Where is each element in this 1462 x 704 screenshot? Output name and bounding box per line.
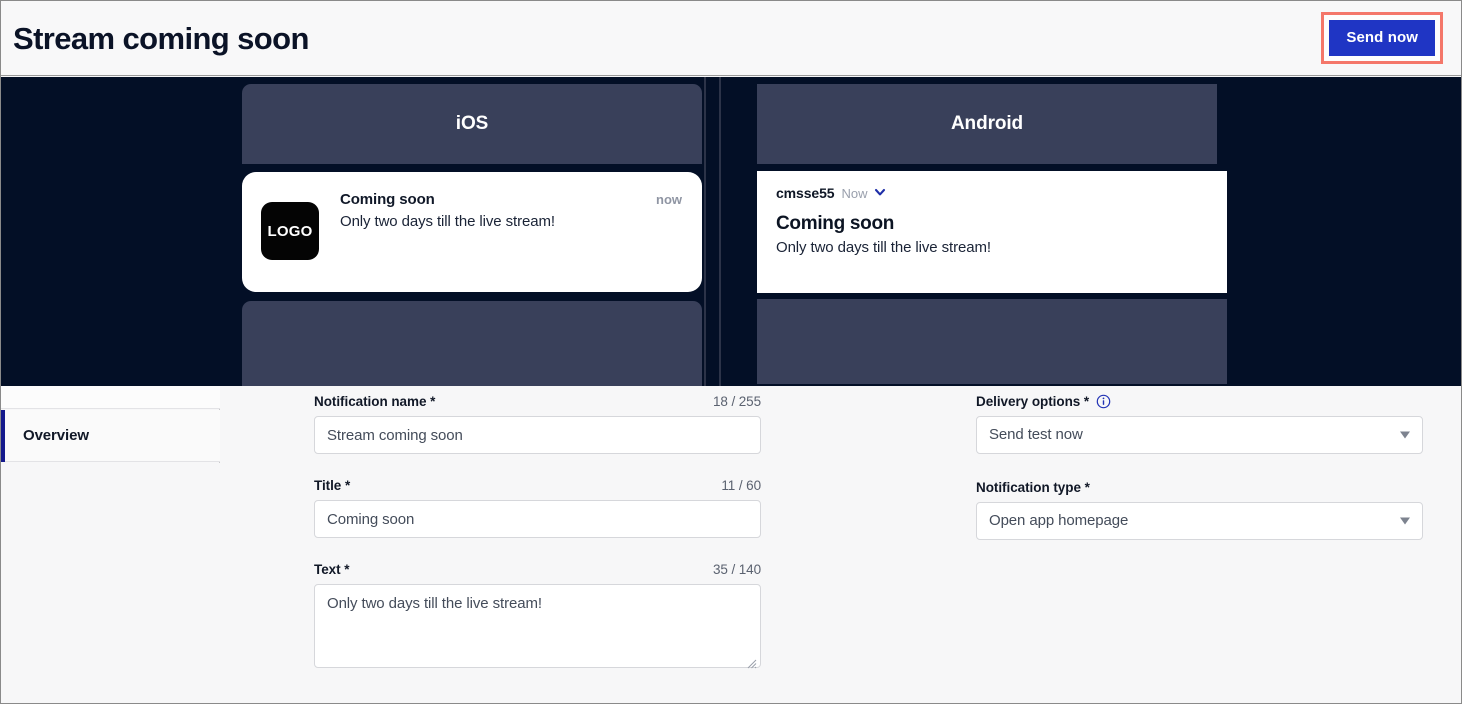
notification-type-select-wrapper: Open app homepage — [976, 502, 1423, 540]
header-actions: Send now — [1321, 12, 1443, 64]
preview-divider-right — [719, 77, 721, 386]
delivery-options-select-wrapper: Send test now — [976, 416, 1423, 454]
field-title: Title * 11 / 60 — [314, 475, 761, 538]
android-preview-placeholder — [757, 299, 1227, 384]
form-column-left: Notification name * 18 / 255 Title * 11 … — [314, 386, 761, 673]
info-icon[interactable] — [1096, 394, 1111, 409]
title-label: Title * — [314, 477, 351, 493]
field-notification-type: Notification type * Open app homepage — [976, 477, 1423, 540]
android-notification-header-row: cmsse55 Now — [776, 185, 1209, 201]
text-counter: 35 / 140 — [713, 561, 761, 577]
preview-divider-left — [704, 77, 706, 386]
ios-platform-label: iOS — [455, 113, 489, 134]
field-head-delivery-options: Delivery options * — [976, 391, 1423, 411]
ios-notification-card[interactable]: LOGO Coming soon now Only two days till … — [242, 172, 702, 292]
android-notification-time: Now — [841, 185, 868, 201]
field-head-title: Title * 11 / 60 — [314, 475, 761, 495]
android-platform-label: Android — [950, 113, 1024, 134]
notification-type-select[interactable]: Open app homepage — [976, 502, 1423, 540]
field-head-text: Text * 35 / 140 — [314, 559, 761, 579]
sidebar-empty-region — [2, 463, 220, 703]
chevron-down-icon[interactable] — [874, 186, 886, 198]
notification-name-input[interactable] — [314, 416, 761, 454]
text-textarea[interactable]: Only two days till the live stream! — [314, 584, 761, 668]
ios-preview-placeholder — [242, 301, 702, 386]
send-now-highlight: Send now — [1321, 12, 1443, 64]
delivery-options-label-wrap: Delivery options * — [976, 394, 1111, 409]
notification-form: Notification name * 18 / 255 Title * 11 … — [221, 386, 1461, 703]
ios-notification-body: Coming soon now Only two days till the l… — [319, 188, 682, 230]
notification-type-label: Notification type * — [976, 479, 1090, 495]
android-preview-column: Android cmsse55 Now Coming soon Only two… — [757, 77, 1227, 386]
android-platform-header: Android — [757, 84, 1217, 164]
title-counter: 11 / 60 — [721, 477, 761, 493]
sidebar: Overview — [1, 386, 220, 703]
field-delivery-options: Delivery options * Send test now — [976, 391, 1423, 454]
ios-notification-header-row: Coming soon now — [340, 191, 682, 208]
field-text: Text * 35 / 140 Only two days till the l… — [314, 559, 761, 673]
text-textarea-wrapper: Only two days till the live stream! — [314, 584, 761, 673]
page-title: Stream coming soon — [13, 20, 309, 56]
send-now-button[interactable]: Send now — [1329, 20, 1435, 56]
text-label: Text * — [314, 561, 350, 577]
android-notification-text: Only two days till the live stream! — [776, 239, 991, 256]
notification-name-label: Notification name * — [314, 393, 436, 409]
ios-preview-column: iOS LOGO Coming soon now Only two days t… — [242, 77, 702, 386]
notification-name-counter: 18 / 255 — [713, 393, 761, 409]
sidebar-item-label: Overview — [23, 427, 89, 444]
notification-preview-area: iOS LOGO Coming soon now Only two days t… — [1, 77, 1461, 386]
sidebar-item-overview[interactable]: Overview — [1, 409, 220, 462]
delivery-options-select[interactable]: Send test now — [976, 416, 1423, 454]
app-window: Stream coming soon Send now iOS LOGO Com… — [0, 0, 1462, 704]
ios-platform-header: iOS — [242, 84, 702, 164]
android-app-name: cmsse55 — [776, 185, 835, 201]
title-input[interactable] — [314, 500, 761, 538]
app-header: Stream coming soon Send now — [1, 1, 1461, 76]
app-logo-icon: LOGO — [261, 202, 319, 260]
field-head-notification-type: Notification type * — [976, 477, 1423, 497]
field-head-notification-name: Notification name * 18 / 255 — [314, 391, 761, 411]
app-logo-label: LOGO — [267, 222, 313, 240]
ios-notification-time: now — [656, 192, 682, 207]
delivery-options-label: Delivery options * — [976, 393, 1090, 409]
ios-notification-title: Coming soon — [340, 191, 435, 208]
ios-notification-text: Only two days till the live stream! — [340, 213, 555, 230]
form-column-right: Delivery options * Send test now Notific… — [976, 386, 1423, 540]
android-notification-title: Coming soon — [776, 213, 895, 234]
field-notification-name: Notification name * 18 / 255 — [314, 391, 761, 454]
sidebar-top-strip — [1, 386, 220, 409]
android-notification-card[interactable]: cmsse55 Now Coming soon Only two days ti… — [757, 171, 1227, 293]
